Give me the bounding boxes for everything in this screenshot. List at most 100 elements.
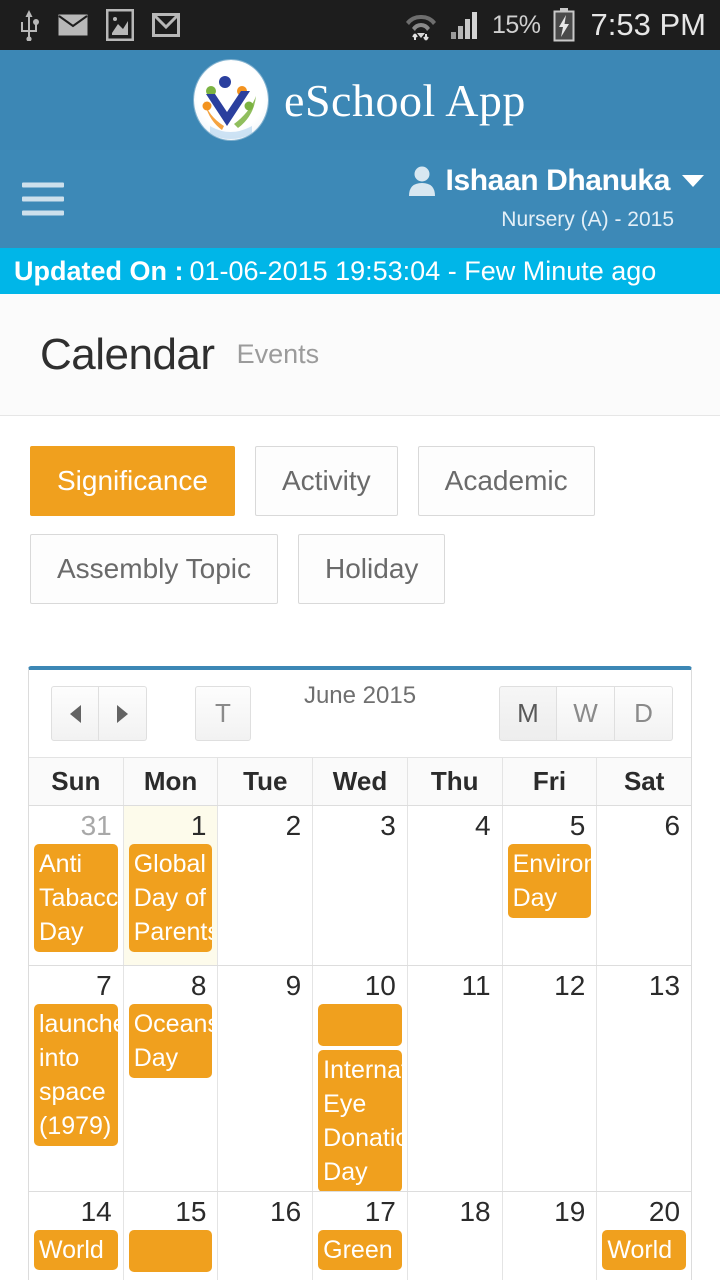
calendar-day-cell[interactable]: 5Environment Day: [502, 806, 598, 965]
hamburger-line: [22, 210, 64, 216]
battery-charging-icon: [553, 8, 575, 42]
filter-button-holiday[interactable]: Holiday: [298, 534, 446, 604]
calendar-event[interactable]: [318, 1004, 402, 1046]
hamburger-menu-icon[interactable]: [22, 182, 64, 216]
chevron-down-icon[interactable]: [682, 175, 704, 187]
view-button-d[interactable]: D: [615, 686, 673, 741]
day-header-thu: Thu: [408, 758, 503, 805]
email-icon: [58, 14, 88, 36]
calendar-nav-group: [51, 686, 147, 741]
calendar-weeks: 31Anti Tabacco Day1Global Day of Parents…: [29, 806, 692, 1280]
wifi-icon: [406, 14, 436, 41]
day-number: 20: [648, 1196, 681, 1227]
calendar-day-cell[interactable]: 3: [313, 806, 408, 965]
calendar-day-cell[interactable]: 17 Green: [313, 1192, 408, 1280]
calendar-event[interactable]: Global Day of Parents: [128, 844, 213, 952]
page-title: Calendar: [40, 329, 215, 379]
today-button[interactable]: T: [195, 686, 251, 741]
calendar-event[interactable]: International Eye Donation Day: [318, 1050, 402, 1191]
calendar-week-row: 14 World 15 16 17 Green 18 19 20 World: [29, 1192, 692, 1280]
day-number: 12: [554, 970, 586, 1001]
calendar-day-cell[interactable]: 8 Oceans Day: [123, 966, 219, 1191]
calendar-day-cell[interactable]: 6: [597, 806, 692, 965]
user-class-label: Nursery (A) - 2015: [501, 208, 674, 231]
calendar-day-cell[interactable]: 13: [597, 966, 692, 1191]
day-number: 11: [461, 970, 491, 1001]
day-number: 10: [364, 970, 396, 1001]
updated-on-value: 01-06-2015 19:53:04 - Few Minute ago: [189, 255, 657, 286]
calendar-day-cell[interactable]: 11: [407, 966, 503, 1191]
day-number: 13: [648, 970, 681, 1001]
calendar-event[interactable]: Green: [318, 1230, 402, 1270]
calendar-day-cell[interactable]: 1 Global Day of Parents: [123, 806, 219, 965]
day-header-tue: Tue: [218, 758, 314, 805]
day-number: 9: [285, 970, 302, 1001]
calendar-day-cell[interactable]: 7launched into space (1979): [29, 966, 124, 1191]
app-title: eSchool App: [284, 74, 526, 126]
calendar-day-cell[interactable]: 15: [123, 1192, 219, 1280]
calendar-day-cell[interactable]: 31Anti Tabacco Day: [29, 806, 124, 965]
day-number: 15: [175, 1196, 207, 1227]
event-category-filters: Significance Activity Academic Assembly Top…: [0, 416, 700, 604]
calendar-day-cell[interactable]: 14 World: [29, 1192, 124, 1280]
user-bar: Ishaan Dhanuka Nursery (A) - 2015: [0, 150, 720, 248]
day-number: 2: [285, 810, 302, 841]
calendar-day-cell[interactable]: 20 World: [597, 1192, 692, 1280]
calendar-day-cell[interactable]: 9: [218, 966, 314, 1191]
gmail-icon: [152, 13, 180, 37]
calendar-event[interactable]: Environment Day: [507, 844, 592, 918]
day-number: 4: [475, 810, 491, 841]
calendar-toolbar: T June 2015 MWD: [29, 670, 691, 758]
day-number: 19: [554, 1196, 586, 1227]
updated-on-bar: Updated On : 01-06-2015 19:53:04 - Few M…: [0, 248, 720, 294]
calendar-week-row: 31Anti Tabacco Day1Global Day of Parents…: [29, 806, 692, 966]
calendar-day-cell[interactable]: 19: [502, 1192, 598, 1280]
calendar-day-cell[interactable]: 4: [407, 806, 503, 965]
updated-on-label: Updated On :: [14, 255, 184, 286]
view-button-m[interactable]: M: [499, 686, 557, 741]
day-number: 18: [459, 1196, 491, 1227]
day-header-sun: Sun: [29, 758, 124, 805]
calendar-day-cell[interactable]: 18: [407, 1192, 503, 1280]
filter-button-assembly-topic[interactable]: Assembly Topic: [30, 534, 279, 604]
user-menu[interactable]: Ishaan Dhanuka Nursery (A) - 2015: [408, 164, 704, 232]
calendar-event[interactable]: launched into space (1979): [34, 1004, 118, 1146]
user-name-label: Ishaan Dhanuka: [445, 164, 671, 197]
day-number: 3: [380, 810, 396, 841]
calendar-day-cell[interactable]: 16: [218, 1192, 314, 1280]
view-button-w[interactable]: W: [557, 686, 615, 741]
status-icons-left: [18, 9, 180, 41]
calendar-event[interactable]: Anti Tabacco Day: [34, 844, 118, 952]
calendar-event[interactable]: Oceans Day: [128, 1004, 213, 1078]
calendar-event[interactable]: World: [34, 1230, 118, 1270]
hamburger-line: [22, 196, 64, 202]
day-number: 31: [80, 810, 112, 841]
page-header: Calendar Events: [0, 294, 720, 416]
calendar-day-cell[interactable]: 12: [502, 966, 598, 1191]
day-number: 16: [270, 1196, 302, 1227]
next-arrow-icon: [117, 704, 128, 723]
day-number: 14: [80, 1196, 112, 1227]
day-header-sat: Sat: [623, 766, 665, 796]
user-name-row[interactable]: Ishaan Dhanuka: [408, 164, 704, 198]
day-header-mon: Mon: [124, 758, 219, 805]
filter-button-academic[interactable]: Academic: [417, 446, 595, 516]
calendar-day-cell[interactable]: 2: [218, 806, 314, 965]
usb-icon: [21, 10, 39, 41]
calendar-event[interactable]: [128, 1230, 213, 1272]
android-status-bar: 15% 7:53 PM: [0, 0, 720, 50]
signal-icon: [451, 12, 477, 39]
next-month-button[interactable]: [99, 686, 147, 741]
filter-button-activity[interactable]: Activity: [254, 446, 398, 516]
battery-percent-label: 15%: [492, 10, 541, 39]
day-number: 7: [96, 970, 112, 1001]
filter-button-significance[interactable]: Significance: [30, 446, 235, 516]
calendar-day-cell[interactable]: 10 International Eye Donation Day: [313, 966, 408, 1191]
status-clock: 7:53 PM: [590, 7, 706, 42]
calendar-panel: T June 2015 MWD Sun Mon Tue Wed Thu Fri Sat 31…: [28, 666, 692, 1280]
app-brand-bar: eSchool App: [0, 50, 720, 150]
calendar-event[interactable]: World: [602, 1230, 687, 1270]
prev-month-button[interactable]: [51, 686, 99, 741]
day-number: 6: [664, 810, 681, 841]
eschool-logo: [194, 60, 269, 140]
